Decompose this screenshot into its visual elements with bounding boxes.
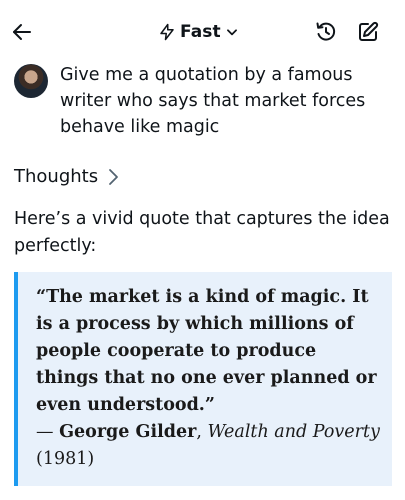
response-intro: Here’s a vivid quote that captures the i… (14, 209, 390, 256)
new-chat-button[interactable] (354, 18, 382, 46)
quote-block: “The market is a kind of magic. It is a … (14, 272, 392, 486)
chevron-right-icon (109, 168, 118, 185)
history-button[interactable] (312, 18, 340, 46)
attribution-separator: , (196, 422, 208, 442)
lightning-icon (160, 23, 174, 41)
quote-attribution: — George Gilder, Wealth and Poverty (198… (36, 419, 382, 473)
attribution-dash: — (36, 422, 60, 442)
history-icon (316, 22, 336, 41)
quote-year: (1981) (36, 449, 95, 469)
quote-author: George Gilder (59, 422, 197, 442)
user-message-text: Give me a quotation by a famous writer w… (60, 65, 366, 137)
compose-icon (359, 21, 379, 41)
chevron-down-icon (226, 29, 237, 36)
top-bar: Fast (0, 0, 405, 64)
quote-accent-bar (14, 272, 18, 486)
quote-text: “The market is a kind of magic. It is a … (36, 287, 377, 415)
thoughts-label: Thoughts (14, 166, 99, 187)
mode-label: Fast (180, 22, 221, 42)
avatar[interactable] (14, 64, 48, 98)
thoughts-toggle[interactable]: Thoughts (14, 166, 120, 187)
mode-selector[interactable]: Fast (158, 20, 239, 44)
back-button[interactable] (8, 18, 36, 46)
quote-book-title: Wealth and Poverty (207, 422, 380, 442)
arrow-left-icon (13, 24, 31, 40)
